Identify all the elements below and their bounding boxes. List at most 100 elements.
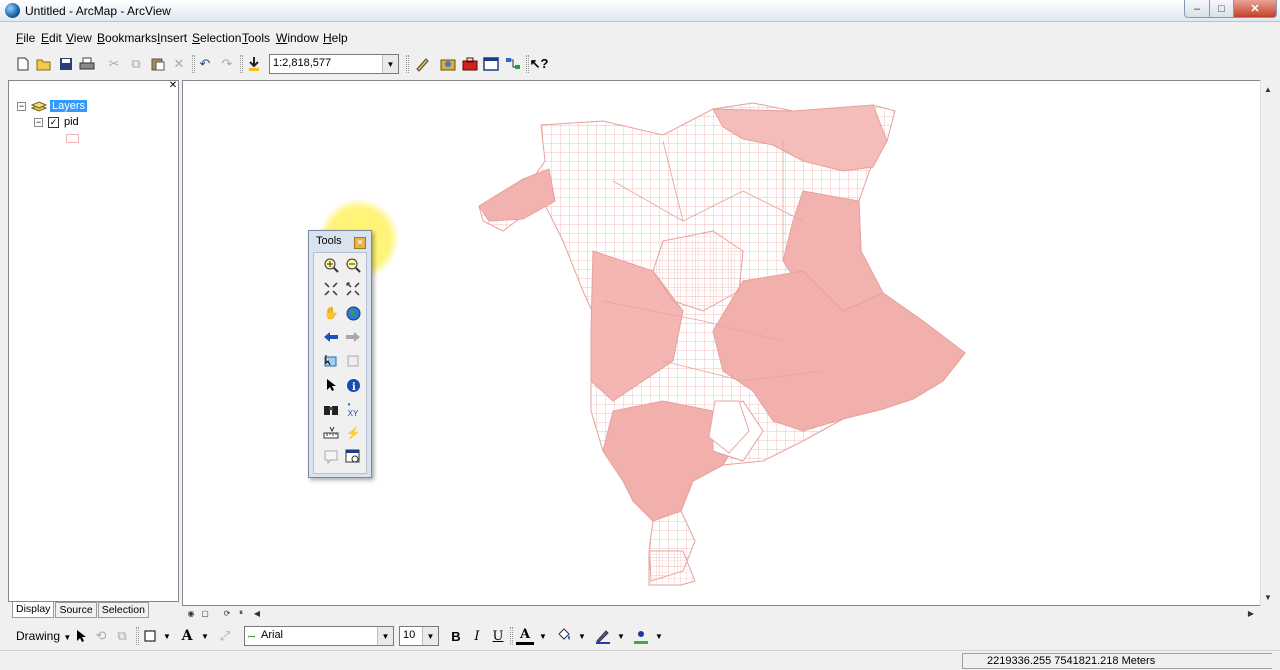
pan-hand-icon[interactable]: ✋ <box>322 304 340 322</box>
open-folder-icon[interactable] <box>35 55 53 73</box>
menu-insert[interactable]: Insert <box>157 31 187 45</box>
data-view-icon[interactable]: ◉ <box>184 606 198 620</box>
vertical-scrollbar[interactable]: ▲ ▼ <box>1260 80 1274 606</box>
italic-button[interactable]: I <box>468 627 486 645</box>
menu-selection[interactable]: Selection <box>192 31 241 45</box>
close-button[interactable]: ✕ <box>1233 0 1277 18</box>
menu-bookmarks-accel: B <box>97 31 106 45</box>
identify-info-icon[interactable]: i <box>344 376 362 394</box>
chevron-down-icon[interactable]: ▼ <box>422 627 438 645</box>
redo-icon[interactable]: ↷ <box>218 55 236 73</box>
maximize-button[interactable]: □ <box>1209 0 1234 18</box>
chevron-down-icon[interactable]: ▼ <box>650 627 668 645</box>
measure-icon[interactable] <box>322 424 340 442</box>
pause-drawing-icon[interactable]: ⏸ <box>234 606 248 620</box>
rotate-icon[interactable]: ⟲ <box>92 627 110 645</box>
map-scale-combo[interactable]: 1:2,818,577 ▼ <box>269 54 399 74</box>
toolbar-separator <box>192 55 195 73</box>
scroll-left-icon[interactable]: ◀ <box>250 606 264 620</box>
menu-tools[interactable]: Tools <box>242 31 270 45</box>
chevron-down-icon[interactable]: ▼ <box>158 627 176 645</box>
layer-visibility-checkbox[interactable]: ✓ <box>48 116 59 128</box>
html-popup-icon[interactable] <box>322 448 340 466</box>
tools-close-icon[interactable]: ✕ <box>354 237 366 249</box>
font-size-combo[interactable]: 10 ▼ <box>399 626 439 646</box>
fixed-zoom-out-icon[interactable] <box>344 280 362 298</box>
rectangle-icon[interactable] <box>141 627 159 645</box>
go-back-arrow-icon[interactable] <box>322 328 340 346</box>
legend-symbol-swatch[interactable] <box>66 134 79 143</box>
save-icon[interactable] <box>57 55 75 73</box>
font-name-combo[interactable]: ꟷ Arial ▼ <box>244 626 394 646</box>
new-document-icon[interactable] <box>14 55 32 73</box>
find-binoculars-icon[interactable] <box>322 400 340 418</box>
font-color-button[interactable]: A <box>516 627 534 645</box>
chevron-down-icon[interactable]: ▼ <box>382 55 398 73</box>
command-line-icon[interactable] <box>482 55 500 73</box>
menu-file[interactable]: File <box>16 31 35 45</box>
layer-name[interactable]: pid <box>64 116 79 128</box>
select-elements-arrow-icon[interactable] <box>322 376 340 394</box>
arctoolbox-icon[interactable] <box>461 55 479 73</box>
editor-toolbar-icon[interactable] <box>413 55 431 73</box>
edit-vertices-icon[interactable]: ⤢ <box>216 627 234 645</box>
select-features-icon[interactable] <box>322 352 340 370</box>
select-elements-icon[interactable] <box>72 627 90 645</box>
go-forward-arrow-icon[interactable] <box>344 328 362 346</box>
delete-icon[interactable]: ✕ <box>170 55 188 73</box>
scroll-right-icon[interactable]: ▶ <box>1244 606 1258 620</box>
new-text-icon[interactable]: A <box>178 627 196 645</box>
menu-view[interactable]: View <box>66 31 92 45</box>
line-color-pen-icon[interactable] <box>594 627 612 645</box>
toc-layer-row[interactable]: − ✓ pid <box>34 115 79 129</box>
hyperlink-lightning-icon[interactable]: ⚡ <box>344 424 362 442</box>
chevron-down-icon[interactable]: ▼ <box>196 627 214 645</box>
underline-button[interactable]: U <box>489 627 507 645</box>
arccatalog-icon[interactable] <box>439 55 457 73</box>
menu-bookmarks[interactable]: Bookmarks <box>97 31 157 45</box>
refresh-icon[interactable]: ⟳ <box>220 606 234 620</box>
chevron-down-icon[interactable]: ▼ <box>377 627 393 645</box>
print-icon[interactable] <box>78 55 96 73</box>
tab-source[interactable]: Source <box>55 602 97 618</box>
chevron-down-icon[interactable]: ▼ <box>612 627 630 645</box>
whats-this-help-icon[interactable]: ↖? <box>530 55 549 73</box>
font-name-value: Arial <box>261 629 284 641</box>
menu-edit-label: dit <box>49 31 62 45</box>
toc-layers-row[interactable]: − Layers <box>17 99 88 113</box>
zoom-out-icon[interactable] <box>344 256 362 274</box>
modelbuilder-icon[interactable] <box>504 55 522 73</box>
undo-icon[interactable]: ↶ <box>196 55 214 73</box>
clear-selection-icon[interactable] <box>344 352 362 370</box>
collapse-icon[interactable]: − <box>34 117 43 127</box>
zoom-to-selected-icon[interactable]: ⧉ <box>113 627 131 645</box>
menu-help[interactable]: Help <box>323 31 348 45</box>
drawing-menu[interactable]: Drawing ▼ <box>16 629 71 643</box>
menu-edit[interactable]: Edit <box>41 31 62 45</box>
chevron-down-icon[interactable]: ▼ <box>534 627 552 645</box>
paste-icon[interactable] <box>149 55 167 73</box>
add-data-icon[interactable] <box>245 55 263 73</box>
full-extent-globe-icon[interactable] <box>344 304 362 322</box>
copy-icon[interactable]: ⧉ <box>127 55 145 73</box>
marker-color-icon[interactable] <box>632 627 650 645</box>
toc-close-icon[interactable]: ✕ <box>168 81 178 91</box>
go-to-xy-icon[interactable]: • XY <box>344 400 362 418</box>
create-viewer-window-icon[interactable] <box>344 448 362 466</box>
chevron-down-icon[interactable]: ▼ <box>573 627 591 645</box>
fixed-zoom-in-icon[interactable] <box>322 280 340 298</box>
tab-selection[interactable]: Selection <box>97 602 149 618</box>
tab-display[interactable]: Display <box>12 602 55 618</box>
minimize-button[interactable]: – <box>1184 0 1210 18</box>
cut-icon[interactable]: ✂ <box>105 55 123 73</box>
fill-color-bucket-icon[interactable] <box>555 627 573 645</box>
bold-button[interactable]: B <box>447 627 465 645</box>
collapse-icon[interactable]: − <box>17 101 26 111</box>
scroll-up-icon[interactable]: ▲ <box>1261 82 1275 96</box>
layout-view-icon[interactable]: ▢ <box>198 606 212 620</box>
scroll-down-icon[interactable]: ▼ <box>1261 590 1275 604</box>
tools-toolbar-window[interactable]: Tools ✕ ✋ i • XY ⚡ <box>308 230 372 478</box>
layers-root-label[interactable]: Layers <box>50 100 88 112</box>
zoom-in-icon[interactable] <box>322 256 340 274</box>
menu-window[interactable]: Window <box>276 31 319 45</box>
